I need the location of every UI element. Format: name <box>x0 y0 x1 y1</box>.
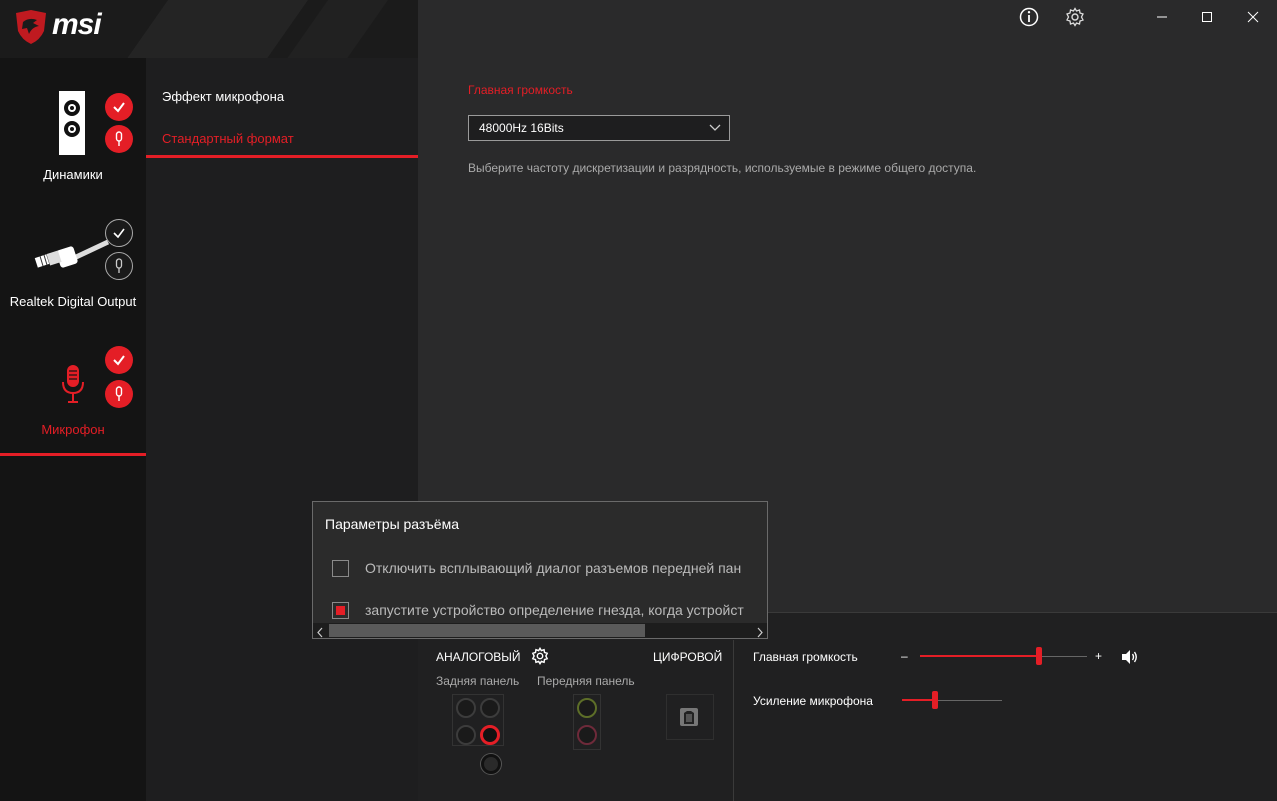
info-button[interactable] <box>1014 5 1044 29</box>
device-digital-output[interactable]: Realtek Digital Output <box>0 198 146 328</box>
front-panel-label: Передняя панель <box>537 674 635 688</box>
analog-label: АНАЛОГОВЫЙ <box>436 650 521 664</box>
slider-thumb[interactable] <box>1036 647 1042 665</box>
default-communication-mic-icon[interactable] <box>105 125 133 153</box>
default-device-check-icon[interactable] <box>105 346 133 374</box>
scrollbar-thumb[interactable] <box>329 624 645 637</box>
microphone-icon <box>60 364 86 411</box>
rear-jack[interactable] <box>456 698 476 718</box>
panel-divider <box>733 640 734 801</box>
mic-boost-slider[interactable] <box>902 691 1002 711</box>
option-label: запустите устройство определение гнезда,… <box>365 602 744 618</box>
format-description: Выберите частоту дискретизации и разрядн… <box>468 161 977 175</box>
rear-jack[interactable] <box>481 754 501 774</box>
msi-dragon-icon <box>14 9 48 50</box>
slider-fill <box>902 699 935 701</box>
master-volume-slider[interactable] <box>920 647 1087 667</box>
volume-plus-button[interactable]: + <box>1095 649 1102 663</box>
maximize-button[interactable] <box>1192 5 1222 29</box>
front-jack-headphone[interactable] <box>577 698 597 718</box>
rear-panel-label: Задняя панель <box>436 674 520 688</box>
speaker-mute-icon[interactable] <box>1121 649 1139 670</box>
format-select-value: 48000Hz 16Bits <box>479 121 564 135</box>
chevron-down-icon <box>709 117 721 147</box>
device-microphone[interactable]: Микрофон <box>0 328 146 456</box>
msi-logo-text: msi <box>52 8 102 41</box>
digital-label: ЦИФРОВОЙ <box>653 650 723 664</box>
submenu-item-default-format[interactable]: Стандартный формат <box>162 131 294 146</box>
option-label: Отключить всплывающий диалог разъемов пе… <box>365 560 742 576</box>
master-volume-label: Главная громкость <box>753 650 858 664</box>
active-submenu-indicator <box>146 155 418 158</box>
horizontal-scrollbar[interactable] <box>313 623 767 638</box>
minimize-button[interactable] <box>1147 5 1177 29</box>
close-button[interactable] <box>1238 5 1268 29</box>
enable-jack-detection-checkbox[interactable] <box>332 602 349 619</box>
format-select[interactable]: 48000Hz 16Bits <box>468 115 730 141</box>
default-device-check-icon[interactable] <box>105 219 133 247</box>
connector-settings-gear-icon[interactable] <box>531 646 549 670</box>
jack-settings-popup: Параметры разъёма Отключить всплывающий … <box>312 501 768 639</box>
scroll-left-icon[interactable] <box>316 625 324 638</box>
popup-title: Параметры разъёма <box>325 516 459 532</box>
submenu-panel <box>146 58 418 801</box>
rear-jack[interactable] <box>456 725 476 745</box>
submenu-item-mic-effect[interactable]: Эффект микрофона <box>162 89 284 104</box>
front-jack-mic[interactable] <box>577 725 597 745</box>
optical-port-icon[interactable] <box>679 707 699 732</box>
active-device-indicator <box>0 453 146 456</box>
default-device-check-icon[interactable] <box>105 93 133 121</box>
settings-button[interactable] <box>1060 5 1090 29</box>
gear-icon <box>1066 7 1084 27</box>
device-label: Realtek Digital Output <box>9 294 137 309</box>
disable-front-panel-dialog-checkbox[interactable] <box>332 560 349 577</box>
default-communication-mic-icon[interactable] <box>105 380 133 408</box>
slider-thumb[interactable] <box>932 691 938 709</box>
minimize-icon <box>1157 16 1167 18</box>
optical-cable-icon <box>32 236 112 281</box>
default-communication-mic-icon[interactable] <box>105 252 133 280</box>
mic-boost-label: Усиление микрофона <box>753 694 873 708</box>
rear-jack[interactable] <box>480 698 500 718</box>
device-label: Микрофон <box>41 422 105 437</box>
rear-jack-mic-active[interactable] <box>480 725 500 745</box>
close-icon <box>1247 11 1259 23</box>
slider-fill <box>920 655 1039 657</box>
scroll-right-icon[interactable] <box>756 625 764 638</box>
volume-minus-button[interactable]: – <box>901 649 908 663</box>
device-label: Динамики <box>43 167 103 182</box>
speaker-icon <box>59 91 85 160</box>
section-title: Главная громкость <box>468 83 573 97</box>
info-icon <box>1019 7 1039 27</box>
checkbox-checked-mark <box>335 605 345 615</box>
device-speakers[interactable]: Динамики <box>0 58 146 198</box>
maximize-icon <box>1202 12 1212 22</box>
